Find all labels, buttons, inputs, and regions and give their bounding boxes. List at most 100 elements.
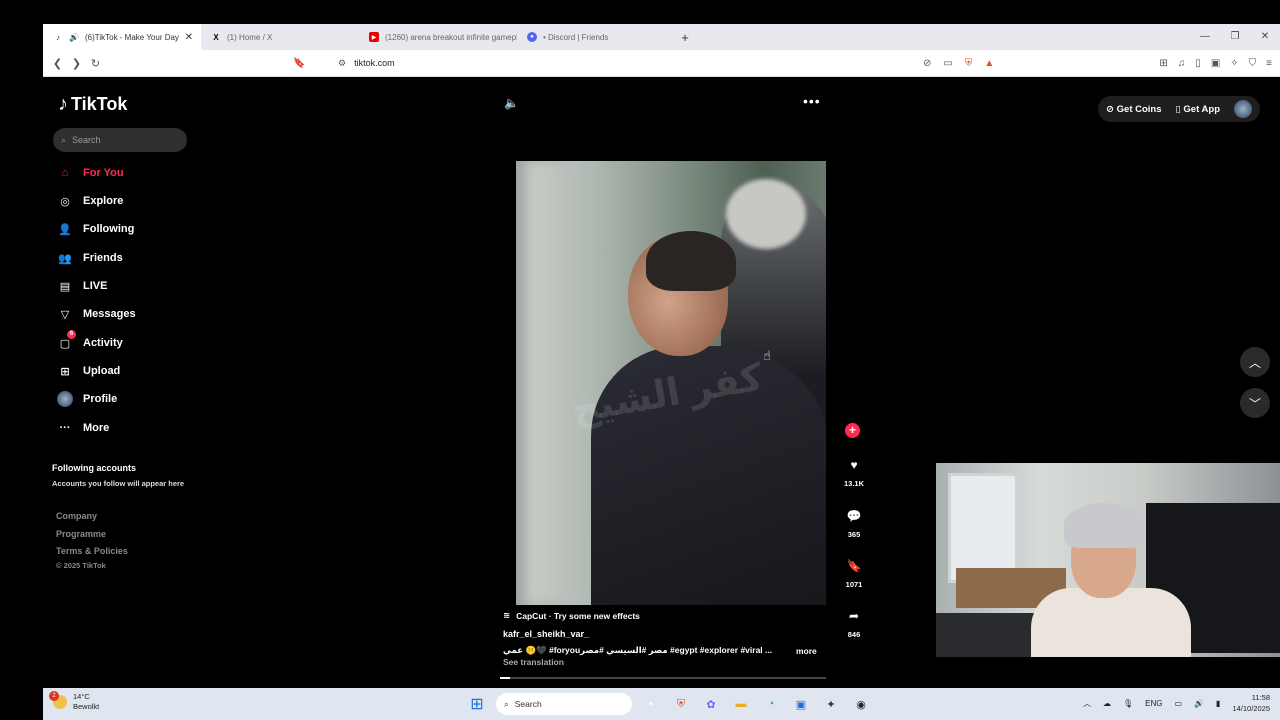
volume-icon[interactable]: 🔈: [504, 96, 519, 110]
music-icon[interactable]: ♫: [1178, 58, 1186, 69]
reload-icon[interactable]: ↻: [86, 57, 105, 70]
back-icon[interactable]: ❮: [48, 57, 67, 70]
tab-title: (6)TikTok - Make Your Day: [84, 32, 179, 42]
video-author[interactable]: kafr_el_sheikh_var_: [503, 629, 589, 639]
menu-icon[interactable]: ≡: [1266, 58, 1272, 69]
copilot-icon[interactable]: ✿: [700, 693, 722, 715]
vpn-icon[interactable]: ⛉: [1249, 58, 1257, 69]
extensions-icon[interactable]: ⊞: [1159, 58, 1167, 69]
tab-youtube[interactable]: ▶ (1260) arena breakout infinite gamepl: [359, 24, 517, 50]
sidebar-item-label: Friends: [83, 252, 123, 264]
video-background-hair: [726, 179, 806, 249]
clock[interactable]: 11:58 14/10/2025: [1232, 692, 1270, 714]
youtube-icon: ▶: [369, 32, 379, 42]
tab-title: (1) Home / X: [227, 32, 273, 42]
capcut-effect-link[interactable]: ≋ CapCut · Try some new effects: [503, 610, 640, 621]
close-window-icon[interactable]: ✕: [1250, 24, 1280, 50]
edge-icon[interactable]: ◔: [760, 693, 782, 715]
video-options-icon[interactable]: •••: [803, 93, 821, 109]
windows-start-icon[interactable]: ⊞: [466, 693, 488, 715]
video-player[interactable]: كفر الشيخ: [516, 161, 826, 605]
minimize-icon[interactable]: —: [1190, 24, 1220, 50]
weather-widget[interactable]: 2 14°C Bewolkt: [49, 691, 99, 712]
sidebar-item-label: For You: [83, 167, 124, 179]
user-avatar[interactable]: [1234, 100, 1252, 118]
more-icon: ···: [59, 422, 71, 434]
get-coins-button[interactable]: ⊘ Get Coins: [1106, 104, 1161, 115]
get-coins-label: Get Coins: [1116, 103, 1162, 115]
heart-icon[interactable]: ♥: [843, 454, 865, 476]
next-video-button[interactable]: ﹀: [1240, 388, 1270, 418]
url-field[interactable]: ⚙ tiktok.com: [338, 58, 395, 69]
bookmark-action[interactable]: 🔖 1071: [839, 555, 869, 589]
screen-icon[interactable]: ▭: [943, 58, 952, 69]
search-input[interactable]: ⌕ Search: [53, 128, 187, 152]
comment-action[interactable]: 💬 365: [839, 505, 869, 539]
footer-link-company[interactable]: Company: [56, 511, 97, 521]
brave-browser-icon[interactable]: ⛨: [670, 693, 692, 715]
task-view-icon[interactable]: ▪: [640, 693, 662, 715]
app-icon[interactable]: ✦: [820, 693, 842, 715]
comment-icon[interactable]: 💬: [843, 505, 865, 527]
system-tray: ︿ ☁ 🎙 ENG ▭ 🔊 ▮ 11:58 14/10/2025: [1083, 692, 1270, 714]
display-icon[interactable]: ▭: [1175, 699, 1183, 708]
like-action[interactable]: ♥ 13.1K: [839, 454, 869, 488]
wallet-icon[interactable]: ▣: [1211, 58, 1220, 69]
webcam-person-cap: [1064, 503, 1144, 548]
get-app-button[interactable]: ▯ Get App: [1176, 104, 1220, 115]
share-action[interactable]: ➦ 846: [839, 605, 869, 639]
bookmark-page-icon[interactable]: 🔖: [293, 58, 305, 69]
tiktok-logo[interactable]: ♪ TikTok: [58, 93, 127, 116]
footer-link-programme[interactable]: Programme: [56, 529, 106, 539]
address-actions: ⊘ ▭ ⛨ ▲: [923, 58, 994, 69]
close-tab-icon[interactable]: ✕: [185, 32, 193, 43]
tray-chevron-up-icon[interactable]: ︿: [1083, 698, 1091, 709]
coin-icon: ⊘: [1106, 103, 1115, 115]
friends-icon: 👥: [58, 252, 72, 265]
language-indicator[interactable]: ENG: [1145, 699, 1162, 708]
store-icon[interactable]: ▣: [790, 693, 812, 715]
restore-icon[interactable]: ❐: [1220, 24, 1250, 50]
sidebar-item-live[interactable]: ▤ LIVE: [57, 278, 108, 294]
sidebar-item-upload[interactable]: ⊞ Upload: [57, 363, 120, 379]
sidebar-item-following[interactable]: 👤 Following: [57, 221, 134, 237]
sidebar-item-more[interactable]: ··· More: [57, 420, 110, 436]
sidebar-icon[interactable]: ▯: [1195, 58, 1201, 69]
video-progress-bar[interactable]: [500, 677, 826, 679]
caption-more-button[interactable]: more: [796, 646, 817, 656]
taskbar-search[interactable]: ⌕ Search: [496, 693, 632, 715]
tab-x[interactable]: X (1) Home / X: [201, 24, 359, 50]
sidebar-item-for-you[interactable]: ⌂ For You: [57, 165, 124, 181]
sidebar-item-label: Profile: [83, 393, 118, 405]
microphone-icon[interactable]: 🎙: [1123, 699, 1133, 708]
bookmark-icon[interactable]: 🔖: [843, 555, 865, 577]
sidebar-item-profile[interactable]: Profile: [57, 391, 117, 407]
sidebar-item-activity[interactable]: ▢ 6 Activity: [57, 330, 123, 351]
steam-icon[interactable]: ◉: [850, 693, 872, 715]
onedrive-icon[interactable]: ☁: [1103, 699, 1111, 708]
footer-link-terms[interactable]: Terms & Policies: [56, 546, 128, 556]
new-tab-button[interactable]: +: [675, 30, 695, 45]
battery-icon[interactable]: ▮: [1216, 699, 1220, 708]
previous-video-button[interactable]: ︿: [1240, 347, 1270, 377]
sidebar-item-explore[interactable]: ◎ Explore: [57, 193, 123, 209]
forward-icon[interactable]: ❯: [67, 57, 86, 70]
tab-tiktok[interactable]: ♪ 🔊 (6)TikTok - Make Your Day ✕: [43, 24, 201, 50]
compass-icon: ◎: [60, 195, 70, 208]
ai-icon[interactable]: ✧: [1230, 58, 1238, 69]
sidebar-item-label: Following: [83, 223, 135, 235]
no-cast-icon[interactable]: ⊘: [923, 58, 931, 69]
site-info-icon[interactable]: ⚙: [338, 58, 346, 69]
see-translation-link[interactable]: See translation: [503, 657, 564, 667]
brave-shield-icon[interactable]: ⛨: [965, 58, 973, 69]
tab-discord[interactable]: ● • Discord | Friends: [517, 24, 675, 50]
sidebar-item-label: More: [83, 422, 110, 434]
sidebar-item-messages[interactable]: ▽ Messages: [57, 306, 136, 322]
follow-button[interactable]: +: [845, 423, 860, 438]
share-icon[interactable]: ➦: [843, 605, 865, 627]
like-count: 13.1K: [843, 479, 864, 488]
file-explorer-icon[interactable]: ▬: [730, 693, 752, 715]
volume-tray-icon[interactable]: 🔊: [1194, 699, 1204, 708]
brave-rewards-icon[interactable]: ▲: [984, 58, 994, 69]
sidebar-item-friends[interactable]: 👥 Friends: [57, 250, 123, 266]
